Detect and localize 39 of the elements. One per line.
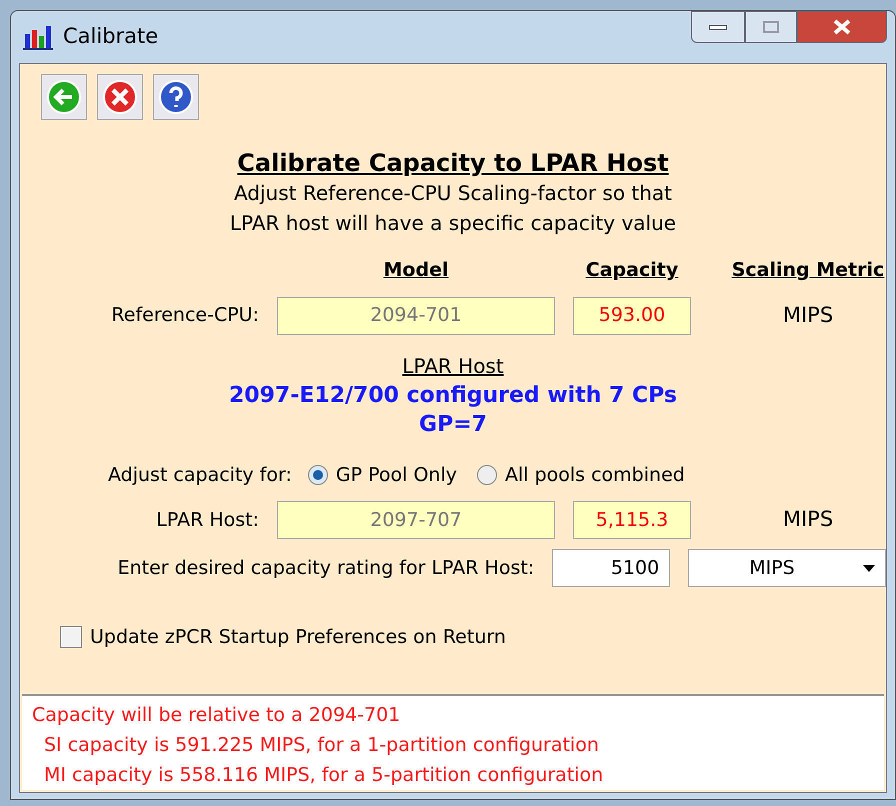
radio-option[interactable]: GP Pool Only xyxy=(308,460,457,489)
bar-chart-icon xyxy=(23,24,53,50)
message-text: Capacity will be relative to a 2094-701 xyxy=(32,703,400,728)
message-text: MI capacity is 558.116 MIPS, for a 5-partition configuration xyxy=(43,763,604,788)
column-header: Model xyxy=(382,258,450,283)
update-preferences-checkbox[interactable]: Update zPCR Startup Preferences on Return xyxy=(60,623,506,652)
close-button[interactable] xyxy=(797,11,887,43)
caret-icon xyxy=(863,564,875,572)
cancel-button[interactable] xyxy=(97,74,143,120)
maximize-button[interactable] xyxy=(745,11,797,43)
section-title: LPAR Host xyxy=(402,352,504,380)
lpar-host-label: LPAR Host: xyxy=(155,508,259,533)
metric-label: MIPS xyxy=(782,302,834,329)
model-field: 2094-701 xyxy=(277,296,555,334)
desired-capacity-field[interactable]: 5100 xyxy=(552,549,670,587)
minimize-button[interactable] xyxy=(691,11,745,43)
message-text: SI capacity is 591.225 MIPS, for a 1-partition configuration xyxy=(43,733,599,758)
desired-capacity-label: Enter desired capacity rating for LPAR Host: xyxy=(116,556,536,581)
metric-label: MIPS xyxy=(782,506,834,534)
model-field: 2097-707 xyxy=(277,501,555,539)
back-button[interactable] xyxy=(41,74,87,120)
pool-text: GP=7 xyxy=(419,410,487,438)
metric-dropdown[interactable]: MIPS xyxy=(688,549,886,587)
help-button[interactable] xyxy=(153,74,199,120)
capacity-field: 593.00 xyxy=(573,296,691,334)
description-text: Adjust Reference-CPU Scaling-factor so that xyxy=(234,180,672,207)
window-title: Calibrate xyxy=(63,23,158,50)
capacity-field: 5,115.3 xyxy=(573,501,691,539)
cancel-icon xyxy=(102,79,138,115)
help-icon xyxy=(158,79,194,115)
radio-option[interactable]: All pools combined xyxy=(476,460,685,489)
column-header: Capacity xyxy=(584,258,680,283)
dialog-heading: Calibrate Capacity to LPAR Host xyxy=(237,148,669,178)
close-icon xyxy=(833,19,851,35)
adjust-label: Adjust capacity for: xyxy=(108,462,292,488)
column-header: Scaling Metric xyxy=(730,258,886,283)
reference-cpu-label: Reference-CPU: xyxy=(110,303,259,328)
description-text: LPAR host will have a specific capacity value xyxy=(230,210,676,237)
host-config-text: 2097-E12/700 configured with 7 CPs xyxy=(229,382,677,410)
